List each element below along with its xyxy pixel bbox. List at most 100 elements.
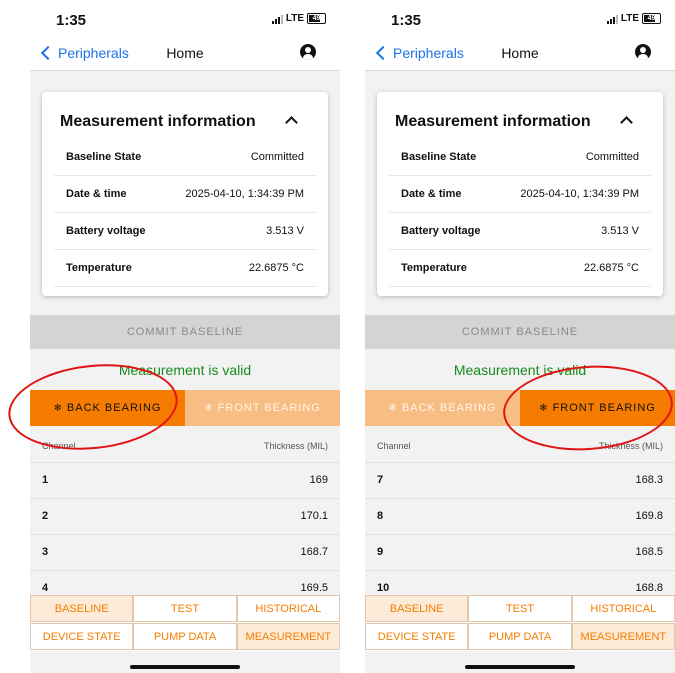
- info-value: 3.513 V: [266, 225, 304, 237]
- nav-historical[interactable]: HISTORICAL: [236, 595, 340, 622]
- chevron-up-icon[interactable]: [620, 116, 633, 129]
- tab-label: FRONT BEARING: [552, 402, 656, 414]
- tab-back-bearing[interactable]: ❄ BACK BEARING: [365, 390, 520, 426]
- measurement-info-card: Measurement information Baseline State Co…: [42, 92, 328, 296]
- info-label: Battery voltage: [401, 225, 481, 237]
- info-label: Baseline State: [66, 151, 142, 163]
- channel-cell: 7: [377, 474, 384, 486]
- channel-cell: 9: [377, 546, 384, 558]
- status-indicators: LTE 49: [271, 13, 326, 24]
- info-label: Date & time: [401, 188, 462, 200]
- info-label: Baseline State: [401, 151, 477, 163]
- info-row: Battery voltage 3.513 V: [54, 213, 316, 250]
- network-label: LTE: [285, 13, 304, 24]
- thickness-cell: 168.8: [635, 582, 663, 594]
- status-time: 1:35: [56, 12, 87, 29]
- battery-icon: 49: [642, 13, 661, 24]
- info-value: 2025-04-10, 1:34:39 PM: [520, 188, 639, 200]
- info-row: Temperature 22.6875 °C: [54, 250, 316, 287]
- info-row: Temperature 22.6875 °C: [389, 250, 651, 287]
- commit-baseline-button[interactable]: COMMIT BASELINE: [30, 315, 340, 349]
- tab-front-bearing[interactable]: ❄ FRONT BEARING: [185, 390, 340, 426]
- network-label: LTE: [620, 13, 639, 24]
- column-header: Thickness (MIL): [263, 441, 328, 451]
- home-indicator: [465, 665, 575, 669]
- channel-cell: 1: [42, 474, 49, 486]
- column-header: Channel: [42, 441, 76, 451]
- info-label: Date & time: [66, 188, 127, 200]
- info-value: 22.6875 °C: [248, 262, 304, 274]
- nav-historical[interactable]: HISTORICAL: [571, 595, 675, 622]
- table-row: 1 169: [30, 462, 340, 499]
- tab-label: FRONT BEARING: [217, 402, 321, 414]
- snowflake-icon: ❄: [539, 402, 549, 414]
- nav-baseline[interactable]: BASELINE: [365, 595, 469, 622]
- phone-screen-right: 1:35 LTE 49 Peripherals Home Measurement…: [365, 0, 675, 673]
- bottom-navigation: BASELINE TEST HISTORICAL DEVICE STATE PU…: [30, 595, 340, 651]
- nav-device-state[interactable]: DEVICE STATE: [365, 623, 469, 650]
- bearing-tabs: ❄ BACK BEARING ❄ FRONT BEARING: [365, 390, 675, 426]
- table-row: 3 168.7: [30, 534, 340, 571]
- thickness-cell: 168.5: [635, 546, 663, 558]
- status-bar: 1:35 LTE 49: [30, 0, 340, 40]
- thickness-cell: 168.3: [635, 474, 663, 486]
- battery-icon: 49: [307, 13, 326, 24]
- nav-pump-data[interactable]: PUMP DATA: [468, 623, 572, 650]
- validity-message: Measurement is valid: [118, 362, 252, 378]
- bottom-navigation: BASELINE TEST HISTORICAL DEVICE STATE PU…: [365, 595, 675, 651]
- info-value: Committed: [250, 151, 304, 163]
- chevron-up-icon[interactable]: [285, 116, 298, 129]
- table-row: 9 168.5: [365, 534, 675, 571]
- thickness-cell: 169.8: [635, 510, 663, 522]
- snowflake-icon: ❄: [53, 402, 63, 414]
- thickness-cell: 170.1: [300, 510, 328, 522]
- validity-message: Measurement is valid: [453, 362, 587, 378]
- tab-label: BACK BEARING: [401, 402, 497, 414]
- table-header: Channel Thickness (MIL): [365, 430, 675, 463]
- page-title: Home: [166, 45, 204, 61]
- info-row: Date & time 2025-04-10, 1:34:39 PM: [389, 176, 651, 213]
- info-value: Committed: [585, 151, 639, 163]
- channel-cell: 10: [377, 582, 390, 594]
- tab-label: BACK BEARING: [66, 402, 162, 414]
- signal-icon: [606, 14, 618, 24]
- snowflake-icon: ❄: [388, 402, 398, 414]
- user-icon[interactable]: [635, 44, 651, 60]
- info-row: Date & time 2025-04-10, 1:34:39 PM: [54, 176, 316, 213]
- tab-back-bearing[interactable]: ❄ BACK BEARING: [30, 390, 185, 426]
- thickness-cell: 168.7: [300, 546, 328, 558]
- nav-bar: Peripherals Home: [30, 40, 340, 71]
- nav-test[interactable]: TEST: [133, 595, 237, 622]
- info-label: Temperature: [401, 262, 467, 274]
- nav-pump-data[interactable]: PUMP DATA: [133, 623, 237, 650]
- nav-test[interactable]: TEST: [468, 595, 572, 622]
- nav-measurement[interactable]: MEASUREMENT: [236, 623, 340, 650]
- measurement-info-card: Measurement information Baseline State Co…: [377, 92, 663, 296]
- user-icon[interactable]: [300, 44, 316, 60]
- channel-cell: 4: [42, 582, 49, 594]
- thickness-cell: 169: [309, 474, 328, 486]
- signal-icon: [271, 14, 283, 24]
- table-row: 7 168.3: [365, 462, 675, 499]
- phone-screen-left: 1:35 LTE 49 Peripherals Home Measurement…: [30, 0, 340, 673]
- status-indicators: LTE 49: [606, 13, 661, 24]
- table-row: 8 169.8: [365, 498, 675, 535]
- channel-cell: 2: [42, 510, 49, 522]
- table-row: 2 170.1: [30, 498, 340, 535]
- info-label: Temperature: [66, 262, 132, 274]
- bearing-tabs: ❄ BACK BEARING ❄ FRONT BEARING: [30, 390, 340, 426]
- nav-measurement[interactable]: MEASUREMENT: [571, 623, 675, 650]
- info-value: 2025-04-10, 1:34:39 PM: [185, 188, 304, 200]
- nav-baseline[interactable]: BASELINE: [30, 595, 134, 622]
- channel-cell: 8: [377, 510, 384, 522]
- column-header: Thickness (MIL): [598, 441, 663, 451]
- commit-baseline-button[interactable]: COMMIT BASELINE: [365, 315, 675, 349]
- info-label: Battery voltage: [66, 225, 146, 237]
- snowflake-icon: ❄: [204, 402, 214, 414]
- info-value: 22.6875 °C: [583, 262, 639, 274]
- status-bar: 1:35 LTE 49: [365, 0, 675, 40]
- nav-bar: Peripherals Home: [365, 40, 675, 71]
- status-time: 1:35: [391, 12, 422, 29]
- tab-front-bearing[interactable]: ❄ FRONT BEARING: [520, 390, 675, 426]
- nav-device-state[interactable]: DEVICE STATE: [30, 623, 134, 650]
